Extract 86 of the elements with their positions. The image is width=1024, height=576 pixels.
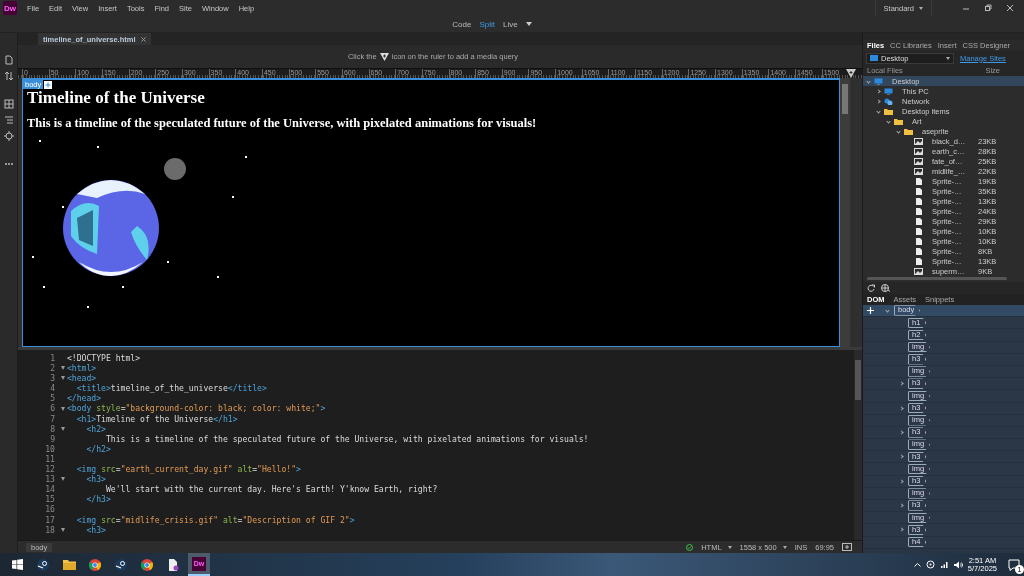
- preview-icon[interactable]: [842, 543, 852, 551]
- network-icon: [884, 97, 893, 105]
- document-icon[interactable]: [167, 558, 179, 571]
- monitor-icon: [884, 87, 893, 95]
- line-number: 7: [49, 413, 56, 424]
- browser-icon[interactable]: [141, 558, 153, 571]
- image-file-icon: [914, 267, 923, 275]
- close-icon[interactable]: [140, 36, 146, 42]
- location-icon[interactable]: [925, 560, 935, 569]
- app-icon[interactable]: [37, 558, 49, 571]
- sort-arrows-icon[interactable]: [3, 71, 14, 81]
- caret-icon[interactable]: [525, 22, 532, 26]
- code-line: </h3>: [85, 494, 111, 505]
- scrollbar[interactable]: [840, 78, 850, 347]
- scrollbar[interactable]: [854, 350, 862, 540]
- folder-icon[interactable]: [62, 559, 76, 570]
- line-number: 1: [49, 353, 56, 364]
- monitor-icon: [874, 77, 883, 85]
- fold-arrow-icon[interactable]: [60, 376, 65, 381]
- view-mode-tab[interactable]: Code: [452, 19, 472, 29]
- grid-icon[interactable]: [3, 99, 14, 109]
- line-number: 18: [44, 524, 56, 535]
- line-number: 12: [44, 464, 56, 475]
- code-line: <body style="background-color: black; color: white;">: [67, 403, 326, 414]
- page-heading: Timeline of the Universe: [27, 89, 206, 107]
- app-logo: Dw: [3, 1, 17, 15]
- code-line: <h3>: [86, 524, 106, 535]
- page-subheading: This is a timeline of the speculated future of the Universe, with pixelated animations for visuals!: [27, 116, 538, 130]
- scrollbar[interactable]: [867, 277, 1007, 280]
- close-icon[interactable]: [1006, 4, 1014, 12]
- line-number: 9: [49, 433, 56, 444]
- line-number: 5: [49, 393, 56, 404]
- line-number: 16: [44, 504, 56, 515]
- refresh-icon[interactable]: [867, 284, 875, 292]
- line-number: 10: [44, 443, 56, 454]
- fold-arrow-icon[interactable]: [60, 406, 65, 411]
- code-line: We'll start with the current day. Here's Earth! Y'know Earth, right?: [104, 484, 438, 495]
- fold-arrow-icon[interactable]: [60, 527, 65, 532]
- line-number: 17: [44, 514, 56, 525]
- plus-icon[interactable]: [44, 80, 53, 89]
- notification-icon[interactable]: [1008, 558, 1020, 571]
- fold-arrow-icon[interactable]: [60, 477, 65, 482]
- code-line: </h2>: [85, 443, 111, 454]
- restore-icon[interactable]: [984, 4, 992, 12]
- line-number: 14: [44, 484, 56, 495]
- image-file-icon: [914, 147, 923, 155]
- view-mode-tab[interactable]: Live: [503, 19, 518, 29]
- volume-icon[interactable]: [953, 560, 963, 569]
- windows-logo-icon[interactable]: [11, 559, 23, 570]
- image-file-icon: [914, 167, 923, 175]
- fold-arrow-icon[interactable]: [60, 366, 65, 371]
- chevron-up-icon[interactable]: [913, 562, 921, 567]
- line-number: 6: [49, 403, 56, 414]
- code-line: <h2>: [85, 423, 106, 434]
- code-line: <img src="midlife_crisis.gif" alt="Description of GIF 2">: [75, 514, 355, 525]
- line-number: 15: [44, 494, 56, 505]
- globe-icon[interactable]: [881, 284, 891, 292]
- triangle-marker-icon: [379, 52, 389, 61]
- line-number: 11: [44, 453, 56, 465]
- app-icon[interactable]: [115, 558, 127, 571]
- image-file-icon: [914, 157, 923, 165]
- code-line: <h1>Timeline of the Universe</h1>: [75, 413, 238, 424]
- file-icon[interactable]: [3, 55, 14, 65]
- check-icon: [686, 543, 694, 551]
- code-line: <head>: [67, 373, 97, 384]
- target-icon[interactable]: [3, 131, 14, 141]
- code-line: <img src="earth_current_day.gif" alt="Hello!">: [75, 464, 301, 475]
- line-number: 3: [49, 373, 56, 384]
- code-line: This is a timeline of the speculated future of the Universe, with pixelated animations for visuals!: [104, 433, 589, 444]
- line-number: 2: [49, 363, 56, 374]
- image-file-icon: [914, 137, 923, 145]
- code-line: <title>timeline_of_the_universe</title>: [75, 383, 267, 394]
- media-query-marker-icon[interactable]: [846, 69, 856, 78]
- view-mode-tab[interactable]: Split: [479, 19, 495, 29]
- fold-arrow-icon[interactable]: [60, 426, 65, 431]
- browser-icon[interactable]: [89, 558, 101, 571]
- code-line: </head>: [67, 393, 102, 404]
- signal-icon[interactable]: [939, 560, 949, 569]
- line-number: 4: [49, 383, 56, 394]
- monitor-icon: [870, 55, 878, 61]
- code-line: <h3>: [85, 474, 106, 485]
- list-icon[interactable]: [3, 115, 14, 125]
- code-line: <!DOCTYPE html>: [67, 353, 141, 364]
- code-line: <html>: [67, 363, 97, 374]
- line-number: 8: [49, 423, 56, 434]
- line-number: 13: [44, 474, 56, 485]
